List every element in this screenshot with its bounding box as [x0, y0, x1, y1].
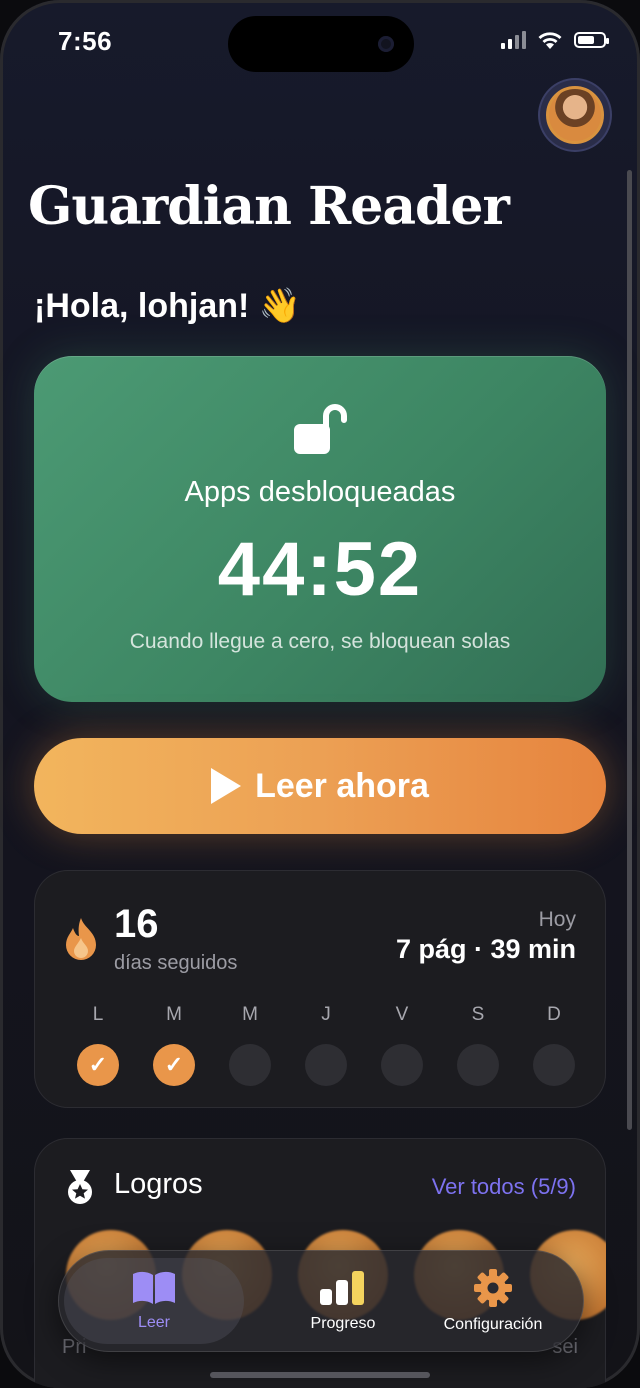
play-icon: [211, 768, 242, 804]
weekday-item: M ✓: [152, 1004, 196, 1086]
gear-icon: [474, 1269, 512, 1307]
weekday-item: J: [304, 1004, 348, 1086]
tab-bar: Leer Progreso Configuración: [58, 1250, 584, 1352]
weekday-letter: M: [242, 1004, 258, 1025]
weekday-letter: S: [471, 1004, 485, 1025]
wifi-icon: [538, 32, 562, 49]
weekday-item: L ✓: [76, 1004, 120, 1086]
weekday-item: V: [380, 1004, 424, 1086]
bar-chart-icon: [320, 1271, 364, 1305]
phone-screen: 7:56 Guardian Reader ¡Hola, lohjan! 👋 Ap…: [0, 0, 640, 1388]
scrollbar[interactable]: [627, 170, 632, 1130]
day-pending-dot: [229, 1044, 271, 1086]
weekday-letter: V: [395, 1004, 409, 1025]
tab-label: Leer: [137, 1314, 171, 1331]
day-pending-dot: [457, 1044, 499, 1086]
weekday-item: M: [228, 1004, 272, 1086]
read-now-label: Leer ahora: [255, 766, 429, 805]
unlock-note: Cuando llegue a cero, se bloquean solas: [129, 630, 511, 653]
unlocked-padlock-icon: [294, 404, 347, 454]
day-completed-dot: ✓: [153, 1044, 195, 1086]
streak-card: 16 días seguidos Hoy 7 pág · 39 min L ✓ M ✓…: [34, 870, 606, 1108]
achievements-title: Logros: [114, 1168, 203, 1200]
greeting: ¡Hola, lohjan! 👋: [34, 287, 302, 325]
book-icon: [133, 1271, 175, 1304]
flame-icon: [66, 918, 96, 960]
tab-label: Configuración: [443, 1316, 543, 1333]
home-indicator[interactable]: [210, 1372, 430, 1378]
unlock-label: Apps desbloqueadas: [184, 476, 456, 508]
checkmark-icon: ✓: [88, 1052, 108, 1077]
tab-label: Progreso: [310, 1315, 376, 1332]
today-label: Hoy: [538, 908, 576, 931]
weekday-letter: J: [321, 1004, 331, 1025]
tab-configuracion[interactable]: Configuración: [418, 1250, 568, 1352]
day-pending-dot: [533, 1044, 575, 1086]
day-completed-dot: ✓: [77, 1044, 119, 1086]
weekday-item: D: [532, 1004, 576, 1086]
status-time: 7:56: [58, 26, 113, 56]
battery-icon: [574, 32, 609, 48]
read-now-button[interactable]: Leer ahora: [34, 738, 606, 834]
tab-leer[interactable]: Leer: [64, 1258, 244, 1344]
tab-progreso[interactable]: Progreso: [278, 1250, 408, 1352]
status-bar: 7:56: [0, 0, 640, 90]
weekday-row: L ✓ M ✓ M J V S D: [76, 1004, 576, 1086]
weekday-item: S: [456, 1004, 500, 1086]
day-pending-dot: [305, 1044, 347, 1086]
page-title: Guardian Reader: [28, 176, 510, 237]
camera-icon: [378, 36, 394, 52]
day-pending-dot: [381, 1044, 423, 1086]
status-icons: [501, 30, 609, 50]
today-stats: 7 pág · 39 min: [395, 934, 576, 964]
unlock-timer-card: Apps desbloqueadas 44:52 Cuando llegue a…: [34, 356, 606, 702]
streak-count: 16: [114, 902, 159, 946]
weekday-letter: L: [92, 1004, 104, 1025]
medal-icon: [68, 1170, 92, 1204]
streak-unit-label: días seguidos: [114, 952, 238, 974]
dynamic-island: [228, 16, 414, 72]
signal-icon: [501, 31, 526, 49]
avatar[interactable]: [540, 80, 610, 150]
weekday-letter: M: [166, 1004, 182, 1025]
weekday-letter: D: [547, 1004, 561, 1025]
avatar-photo: [546, 86, 604, 144]
countdown-timer: 44:52: [217, 527, 423, 612]
view-all-achievements-link[interactable]: Ver todos (5/9): [432, 1174, 576, 1200]
checkmark-icon: ✓: [164, 1052, 184, 1077]
